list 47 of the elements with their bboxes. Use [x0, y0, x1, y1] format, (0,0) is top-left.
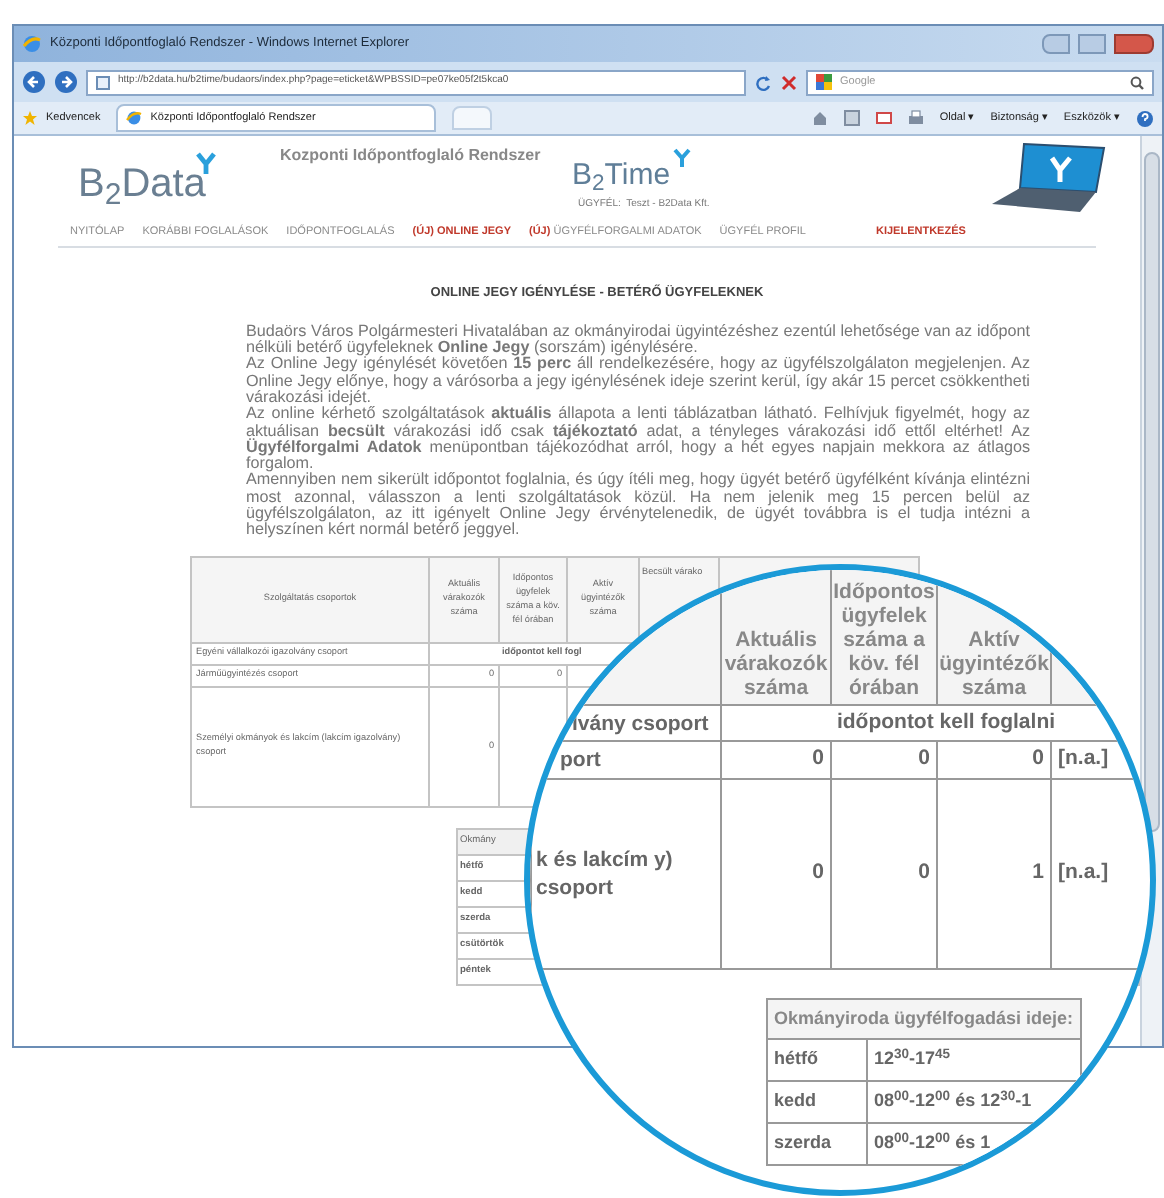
table-cell: 0 — [812, 860, 824, 885]
close-icon — [780, 73, 798, 91]
search-icon — [1130, 75, 1144, 89]
page-icon — [96, 75, 110, 89]
scrollbar[interactable] — [1140, 136, 1162, 1046]
close-button[interactable] — [1114, 34, 1154, 54]
maximize-button[interactable] — [1078, 34, 1106, 54]
scroll-thumb[interactable] — [1144, 152, 1160, 832]
help-icon — [1136, 109, 1154, 127]
table-cell: 0 — [918, 746, 930, 771]
system-title: Kozponti Időpontfoglaló Rendszer — [280, 144, 541, 168]
search-engine-icon — [816, 74, 832, 90]
browser-logo-icon — [22, 34, 42, 54]
laptop-icon — [988, 140, 1108, 216]
new-tab-button[interactable] — [452, 106, 493, 130]
table-cell-text: lvány csoport — [570, 709, 711, 737]
forward-icon — [54, 70, 78, 94]
table-cell: 0 — [918, 860, 930, 885]
table-cell: [n.a.] — [1058, 860, 1109, 885]
table-cell-text: port — [558, 746, 603, 774]
table-cell: kedd — [767, 1081, 867, 1123]
info-paragraph: Az Online Jegy igénylését követően 15 perc áll rendelkezésére, hogy az ügyfélszolgálaton megjelenjen. Az Online Jegy előnye, hogy a várósorba a jegy igénylésének ideje szerint kerül, így akár 15 percet csökkentheti várakozási idejét. — [246, 356, 1030, 406]
table-cell: 08$^{00}$-12$^{00}$ és 1 — [874, 1132, 991, 1153]
info-paragraph: Budaörs Város Polgármesteri Hivatalában az okmányirodai ügyintézéshez ezentúl lehetősége van az időpont nélküli betérő ügyfeleknek Online Jegy (sorszám) igénylésére. — [246, 323, 1030, 357]
table-cell: szerda — [767, 1123, 867, 1165]
info-paragraph: Az online kérhető szolgáltatások aktuális állapota a lenti táblázatban látható. Felhívjuk figyelmét, hogy az aktuálisan becsült várakozási idő csak tájékoztató adat, a tényleges várakozási idő ettől eltérhet! Az Ügyfélforgalmi Adatok menüpontban tájékozódhat arról, hogy a hét egyes napjain mekkora az átlagos forgalom. — [246, 406, 1030, 473]
table-cell: 0 — [812, 746, 824, 771]
table-header: Okmányiroda ügyfélfogadási ideje: — [774, 1007, 1074, 1028]
column-header: Aktuális várakozók száma — [721, 570, 831, 705]
table-cell: 08$^{00}$-12$^{00}$ és 12$^{30}$-1 — [874, 1090, 1032, 1111]
browser-logo-icon — [126, 110, 143, 126]
table-cell: 0 — [1032, 746, 1044, 771]
b2time-logo: B$_{2}$Time — [572, 160, 671, 190]
minimize-button[interactable] — [1042, 34, 1070, 54]
b2data-logo: B$_{2}$Data — [78, 164, 206, 204]
table-cell: időpontot kell foglalni — [836, 709, 1056, 734]
table-cell: [n.a.] — [1058, 746, 1109, 771]
y-mark-icon — [672, 148, 692, 168]
star-icon — [22, 110, 38, 126]
table-cell: 12$^{30}$-17$^{45}$ — [874, 1048, 951, 1069]
info-paragraph: Amennyiben nem sikerült időpontot foglalnia, és úgy ítéli meg, hogy ügyét betérő ügyfélként kívánja elintézni most azonnal, válasszon a lenti szolgáltatások közül. Ha nem jelenik meg 15 percen belül az ügyfélszolgálaton, az itt igényelt Online Jegy érvénytelenedik, de ügyét továbbra is el tudja intézni a helyszínen kért normál betérő jeggyel. — [246, 472, 1030, 540]
table-cell: hétfő — [767, 1039, 867, 1081]
back-icon — [22, 70, 46, 94]
print-icon — [907, 110, 924, 126]
table-cell: 1 — [1032, 860, 1044, 885]
refresh-icon — [754, 73, 772, 91]
home-icon — [811, 110, 828, 126]
